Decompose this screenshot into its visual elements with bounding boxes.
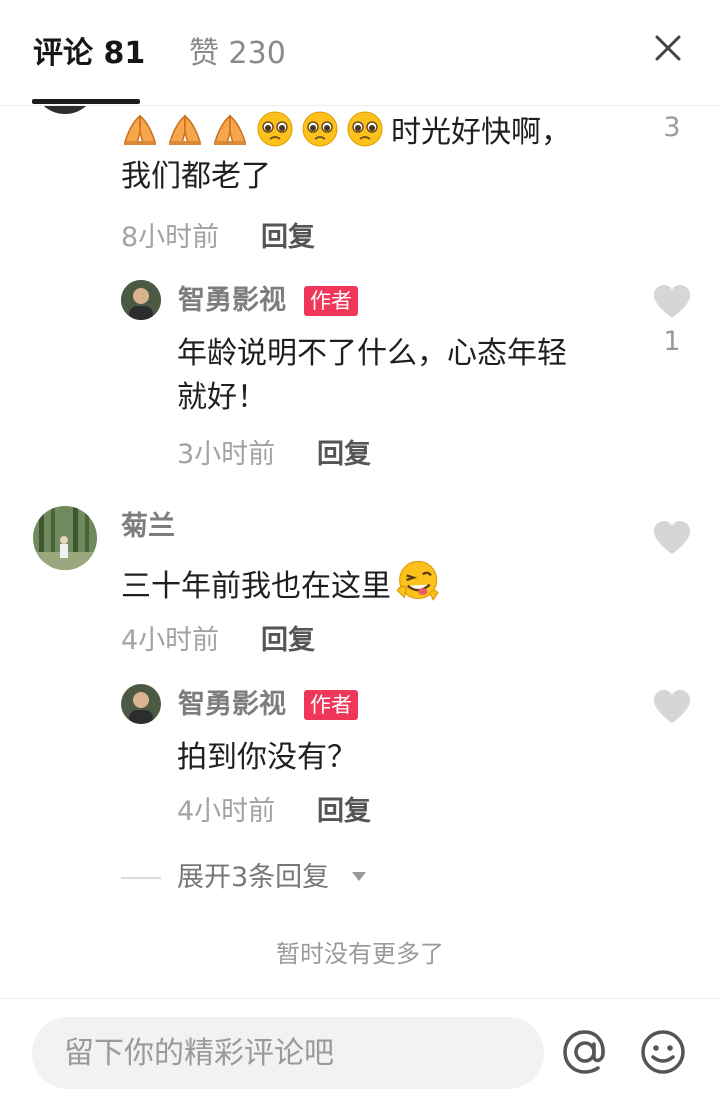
reply-text: 年龄说明不了什么，心态年轻 就好！ [177,332,647,420]
comment-text: 时光好快啊， 我们都老了 [121,110,661,199]
comments-header: 评论 81 赞 230 [0,0,720,106]
comment-text: 三十年前我也在这里 [121,558,641,609]
mention-at-icon[interactable] [560,1027,610,1077]
reply-button[interactable]: 回复 [261,220,315,256]
like-heart-icon[interactable] [652,520,692,556]
comment-text-line1: 时光好快啊， [391,115,571,150]
caret-down-icon[interactable] [352,872,366,881]
reply-time: 4小时前 [177,796,276,827]
comment-author-name[interactable]: 菊兰 [121,509,175,545]
folded-hands-emoji [123,114,157,145]
like-heart-icon[interactable] [652,284,692,320]
avatar-image [121,280,161,320]
comment-input[interactable] [32,1017,544,1089]
reply-time: 3小时前 [177,439,276,470]
active-tab-indicator [32,99,140,104]
like-heart-icon[interactable] [652,689,692,725]
comment-composer [0,998,720,1104]
winking-tongue-face-emoji [396,560,439,601]
expand-replies-button[interactable]: 展开3条回复 [177,860,329,896]
author-badge: 作者 [304,286,358,316]
comment-time: 8小时前 [121,222,220,253]
pleading-face-emoji [257,111,293,147]
like-count: 3 [663,112,681,143]
comment-text-body: 三十年前我也在这里 [121,569,391,604]
expand-divider [121,877,161,879]
reply-text-line1: 年龄说明不了什么，心态年轻 [177,336,567,371]
reply-text: 拍到你没有？ [177,740,357,775]
emoji-smile-icon[interactable] [638,1027,688,1077]
avatar[interactable] [33,106,97,114]
avatar-image [121,684,161,724]
reply-button[interactable]: 回复 [261,623,315,659]
avatar-image [33,506,97,570]
pleading-face-emoji [302,111,338,147]
reply-button[interactable]: 回复 [317,794,371,830]
like-count: 1 [663,326,681,357]
close-icon[interactable] [648,28,688,68]
comment-list[interactable]: 时光好快啊， 我们都老了 3 8小时前 回复 智勇影视 作者 1 年龄说明不了什… [0,106,720,998]
folded-hands-emoji [168,114,202,145]
tab-comments[interactable]: 评论 81 [33,34,145,74]
reply-author-name[interactable]: 智勇影视 [178,687,286,723]
reply-button[interactable]: 回复 [317,437,371,473]
author-badge: 作者 [304,690,358,720]
tab-likes[interactable]: 赞 230 [189,34,286,74]
avatar[interactable] [121,280,161,320]
avatar[interactable] [121,684,161,724]
no-more-comments: 暂时没有更多了 [276,940,444,968]
reply-text-line2: 就好！ [177,380,267,415]
comment-time: 4小时前 [121,625,220,656]
avatar[interactable] [33,506,97,570]
reply-author-name[interactable]: 智勇影视 [178,283,286,319]
folded-hands-emoji [213,114,247,145]
comment-text-line2: 我们都老了 [121,159,271,194]
comments-sheet: 评论 81 赞 230 时光好快啊， 我们都老了 3 8小时前 回复 智勇影视 … [0,0,720,1104]
pleading-face-emoji [347,111,383,147]
